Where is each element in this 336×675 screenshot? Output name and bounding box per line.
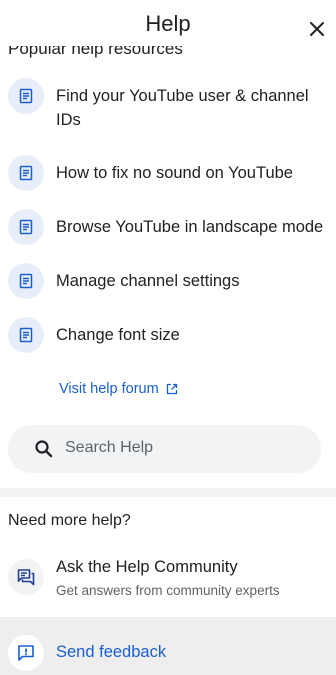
community-subtitle: Get answers from community experts xyxy=(56,583,280,598)
article-label: Find your YouTube user & channel IDs xyxy=(56,87,309,129)
help-panel: Popular help resources Help Find your Yo… xyxy=(0,0,336,675)
visit-help-forum-link[interactable]: Visit help forum xyxy=(59,381,178,397)
search-help-input[interactable]: Search Help xyxy=(8,425,321,473)
article-item[interactable]: Manage channel settings xyxy=(0,263,336,299)
article-icon xyxy=(8,155,44,191)
article-icon xyxy=(8,263,44,299)
article-icon xyxy=(8,78,44,114)
article-label: Manage channel settings xyxy=(56,272,240,290)
search-placeholder: Search Help xyxy=(65,439,154,456)
help-header: Help xyxy=(0,0,336,46)
close-button[interactable] xyxy=(304,16,330,42)
send-feedback-label: Send feedback xyxy=(56,643,167,661)
article-item[interactable]: Find your YouTube user & channel IDs xyxy=(0,76,336,130)
article-icon xyxy=(8,317,44,353)
article-label: Change font size xyxy=(56,326,180,344)
forum-icon xyxy=(8,559,44,595)
article-item[interactable]: Change font size xyxy=(0,317,336,353)
send-feedback-button[interactable]: Send feedback xyxy=(0,617,336,675)
open-in-new-icon xyxy=(166,383,177,395)
article-label: How to fix no sound on YouTube xyxy=(56,164,293,182)
article-icon xyxy=(8,209,44,245)
community-title: Ask the Help Community xyxy=(56,558,238,576)
need-more-help-heading: Need more help? xyxy=(8,512,131,529)
close-icon xyxy=(310,22,324,36)
section-divider xyxy=(0,488,336,497)
article-item[interactable]: Browse YouTube in landscape mode xyxy=(0,209,336,245)
visit-help-forum-label: Visit help forum xyxy=(59,381,159,397)
article-item[interactable]: How to fix no sound on YouTube xyxy=(0,155,336,191)
feedback-icon xyxy=(8,635,44,671)
search-icon xyxy=(34,439,54,459)
page-title: Help xyxy=(145,11,191,36)
article-label: Browse YouTube in landscape mode xyxy=(56,218,324,236)
ask-help-community-item[interactable]: Ask the Help Community Get answers from … xyxy=(0,556,336,604)
